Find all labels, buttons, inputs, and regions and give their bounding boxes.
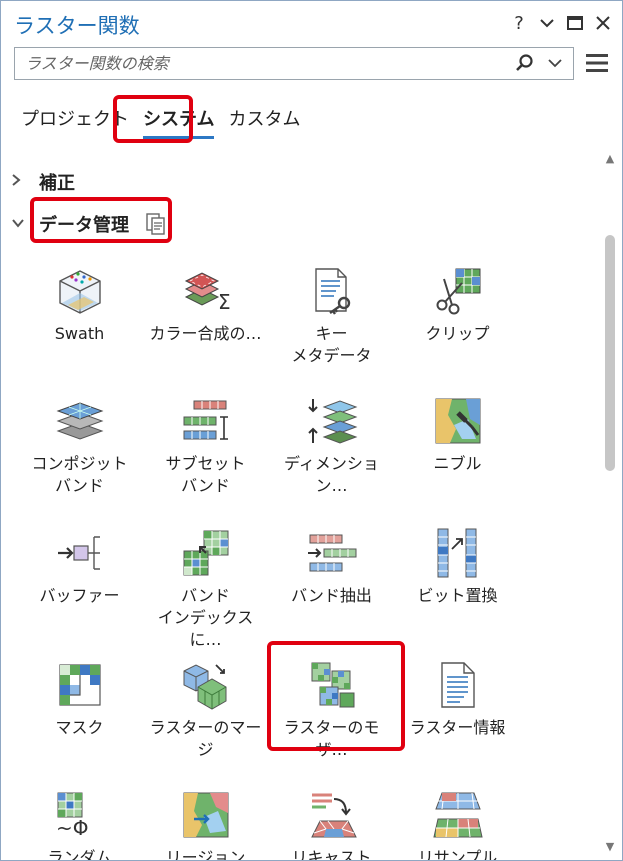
- function-raster-info[interactable]: ラスター情報: [395, 659, 520, 739]
- function-label: リサンプル: [417, 848, 498, 861]
- extract-bands-icon: [307, 534, 356, 572]
- function-recast[interactable]: リキャスト: [269, 789, 394, 861]
- function-label: リキャスト: [291, 848, 372, 861]
- recast-icon: [310, 793, 357, 838]
- function-bit-replace[interactable]: ビット置換: [395, 527, 520, 607]
- maximize-icon: [567, 16, 583, 30]
- highlight-data-management: [30, 197, 172, 243]
- key-metadata-icon: [314, 268, 350, 315]
- function-subset-bands[interactable]: サブセット バンド: [143, 395, 268, 497]
- function-label: バンド抽出: [291, 586, 372, 605]
- function-composite-bands[interactable]: コンポジット バンド: [17, 395, 142, 497]
- function-resample[interactable]: リサンプル: [395, 789, 520, 861]
- scroll-up-icon[interactable]: ▲: [602, 151, 618, 167]
- function-label: ディメンション…: [284, 454, 379, 495]
- search-icon[interactable]: [515, 53, 535, 73]
- subset-bands-icon: [183, 400, 228, 440]
- pane-title: ラスター関数: [14, 14, 140, 38]
- merge-rasters-icon: [183, 664, 226, 710]
- function-label: カラー合成の…: [149, 324, 262, 343]
- buffer-icon: [57, 536, 100, 570]
- function-label: キー メタデータ: [291, 324, 372, 365]
- chevron-down-icon: [540, 19, 554, 28]
- function-label: ランダム: [47, 848, 112, 861]
- band-index-icon: [183, 530, 228, 576]
- function-label: コンポジット バンド: [31, 454, 128, 495]
- svg-text:~Φ: ~Φ: [56, 816, 89, 840]
- function-label: サブセット バンド: [165, 454, 246, 495]
- function-region[interactable]: リージョン: [143, 789, 268, 861]
- function-label: バンド インデックスに…: [157, 586, 254, 649]
- search-options-chevron-icon[interactable]: [545, 53, 565, 73]
- close-button[interactable]: [592, 11, 614, 35]
- group-label: 補正: [39, 173, 75, 194]
- function-band-index[interactable]: バンド インデックスに…: [143, 527, 268, 651]
- scroll-thumb[interactable]: [605, 235, 615, 471]
- highlight-system-tab: [113, 95, 193, 143]
- function-color-composite[interactable]: Σ カラー合成の…: [143, 265, 268, 345]
- search-input[interactable]: [15, 48, 495, 79]
- group-correction[interactable]: 補正: [11, 169, 75, 195]
- function-dimension[interactable]: ディメンション…: [269, 395, 394, 497]
- search-box: [14, 47, 574, 80]
- function-label: マスク: [55, 718, 104, 737]
- title-bar: ラスター関数 ?: [1, 1, 622, 45]
- clip-icon: [436, 268, 480, 315]
- mask-icon: [58, 664, 101, 706]
- function-label: リージョン: [165, 848, 246, 861]
- function-swath[interactable]: Swath: [17, 265, 142, 345]
- color-composite-icon: Σ: [184, 272, 231, 314]
- function-label: ラスター情報: [409, 718, 506, 737]
- function-buffer[interactable]: バッファー: [17, 527, 142, 607]
- function-label: ビット置換: [417, 586, 498, 605]
- function-label: ニブル: [433, 454, 482, 473]
- function-merge-rasters[interactable]: ラスターのマージ: [143, 659, 268, 761]
- function-label: ラスターのマージ: [149, 718, 262, 759]
- title-bar-controls: ?: [508, 11, 614, 35]
- raster-info-icon: [440, 662, 475, 708]
- function-mask[interactable]: マスク: [17, 659, 142, 739]
- function-label: バッファー: [39, 586, 120, 605]
- scroll-down-icon[interactable]: ▼: [602, 839, 618, 855]
- menu-icon[interactable]: [585, 51, 609, 75]
- chevron-down-icon: [11, 216, 29, 232]
- highlight-mosaic-rasters: [267, 641, 405, 751]
- region-icon: [183, 792, 228, 838]
- dimension-icon: [307, 399, 357, 444]
- vertical-scrollbar[interactable]: ▲ ▼: [602, 149, 618, 860]
- function-key-metadata[interactable]: キー メタデータ: [269, 265, 394, 367]
- maximize-button[interactable]: [564, 11, 586, 35]
- composite-bands-icon: [56, 402, 103, 440]
- tab-custom[interactable]: カスタム: [228, 105, 300, 137]
- function-extract-bands[interactable]: バンド抽出: [269, 527, 394, 607]
- function-label: クリップ: [425, 324, 490, 343]
- nibble-icon: [435, 398, 480, 444]
- swath-icon: [58, 270, 101, 314]
- function-random[interactable]: ~Φ ランダム: [17, 789, 142, 861]
- raster-functions-pane: ラスター関数 ? プロジェクト システム カスタム ▲ ▼: [0, 0, 623, 861]
- random-icon: ~Φ: [56, 792, 89, 840]
- bit-replace-icon: [437, 528, 476, 578]
- function-label: Swath: [54, 324, 105, 343]
- collapse-button[interactable]: [536, 11, 558, 35]
- help-button[interactable]: ?: [508, 11, 530, 35]
- function-nibble[interactable]: ニブル: [395, 395, 520, 475]
- resample-icon: [432, 792, 483, 838]
- chevron-right-icon: [11, 173, 29, 191]
- close-icon: [596, 16, 610, 30]
- svg-text:Σ: Σ: [218, 290, 231, 314]
- function-clip[interactable]: クリップ: [395, 265, 520, 345]
